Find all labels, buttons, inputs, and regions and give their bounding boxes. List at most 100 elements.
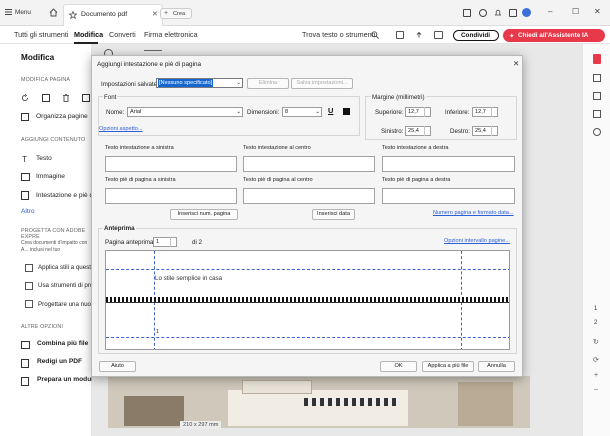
section-adobe-express: PROGETTA CON ADOBE EXPRE bbox=[21, 228, 86, 240]
header-left-textbox[interactable] bbox=[105, 156, 237, 172]
saved-settings-select[interactable]: [Nessuno specificato] ⌄ bbox=[156, 78, 243, 88]
apply-multiple-files-button[interactable]: Applica a più file bbox=[422, 361, 474, 372]
document-page-image bbox=[108, 376, 530, 428]
stepper-icon[interactable] bbox=[170, 237, 176, 247]
insert-date-button[interactable]: Inserisci data bbox=[312, 209, 355, 220]
insert-page-number-button[interactable]: Inserisci num. pagina bbox=[170, 209, 238, 220]
home-icon[interactable] bbox=[49, 8, 58, 17]
menu-modifica[interactable]: Modifica bbox=[74, 30, 103, 39]
close-window-icon[interactable]: ✕ bbox=[594, 7, 601, 16]
organize-pages-icon bbox=[21, 113, 29, 121]
margin-group-label: Margine (millimetri) bbox=[371, 94, 426, 101]
font-size-label: Dimensioni: bbox=[247, 109, 280, 116]
page-number-format-link[interactable]: Numero pagina e formato data... bbox=[433, 210, 514, 216]
hamburger-icon[interactable] bbox=[5, 9, 12, 15]
appearance-options-link[interactable]: Opzioni aspetto... bbox=[99, 126, 143, 132]
refresh-icon[interactable]: ↻ bbox=[593, 338, 599, 346]
prepare-form-item[interactable]: Prepara un modulo bbox=[37, 376, 97, 383]
organize-pages-item[interactable]: Organizza pagine bbox=[36, 113, 88, 120]
star-icon[interactable] bbox=[69, 11, 77, 19]
right-margin-field[interactable]: 25,4 bbox=[472, 126, 498, 136]
left-margin-field[interactable]: 25,4 bbox=[405, 126, 431, 136]
plus-icon: + bbox=[164, 10, 169, 17]
form-icon bbox=[21, 377, 29, 386]
rotate-view-icon[interactable]: ⟳ bbox=[593, 356, 599, 364]
save-icon[interactable] bbox=[396, 31, 404, 39]
close-tab-icon[interactable]: ✕ bbox=[152, 10, 158, 18]
delete-settings-button[interactable]: Elimina bbox=[247, 78, 289, 89]
header-center-textbox[interactable] bbox=[243, 156, 375, 172]
footer-right-textbox[interactable] bbox=[382, 188, 515, 204]
delete-icon[interactable] bbox=[62, 94, 70, 102]
stepper-icon[interactable] bbox=[491, 126, 497, 136]
ai-assistant-button[interactable]: ✦ Chiedi all'Assistente IA bbox=[503, 29, 605, 42]
apply-styles-item[interactable]: Applica stili a questo bbox=[38, 264, 94, 271]
design-new-item[interactable]: Progettare una nuova bbox=[38, 301, 98, 308]
attach-icon[interactable] bbox=[593, 128, 601, 136]
menu-tutti-strumenti[interactable]: Tutti gli strumenti bbox=[14, 30, 68, 39]
insert-page-icon[interactable] bbox=[42, 94, 50, 102]
header-left-label: Testo intestazione a sinistra bbox=[105, 145, 174, 151]
add-text-item[interactable]: Testo bbox=[36, 155, 52, 162]
stepper-icon[interactable] bbox=[424, 126, 430, 136]
extract-icon[interactable] bbox=[82, 94, 90, 102]
comment-icon[interactable] bbox=[593, 74, 601, 82]
header-footer-dialog: Aggiungi intestazione e piè di pagina ✕ … bbox=[91, 55, 523, 377]
preview-body-text: Lo stile semplice in casa bbox=[155, 275, 223, 282]
dialog-close-icon[interactable]: ✕ bbox=[513, 59, 519, 68]
upload-icon[interactable] bbox=[415, 31, 423, 39]
share-button[interactable]: Condividi bbox=[453, 30, 499, 41]
help-button[interactable]: Aiuto bbox=[99, 361, 136, 372]
preview-footer-page-number: 1 bbox=[156, 329, 160, 335]
footer-left-textbox[interactable] bbox=[105, 188, 237, 204]
bell-icon[interactable] bbox=[494, 9, 502, 17]
new-tab-label: Crea bbox=[173, 11, 186, 17]
preview-page-label: Pagina anteprima bbox=[105, 239, 154, 246]
menu-button[interactable]: Menu bbox=[15, 9, 31, 16]
combine-files-item[interactable]: Combina più file bbox=[37, 340, 88, 347]
ok-button[interactable]: OK bbox=[380, 361, 417, 372]
minimize-icon[interactable]: – bbox=[548, 7, 552, 16]
preview-page-field[interactable]: 1 bbox=[153, 237, 177, 247]
new-tab-button[interactable]: + Crea bbox=[160, 8, 192, 19]
more-link[interactable]: Altro bbox=[21, 208, 35, 215]
bookmark-icon[interactable] bbox=[593, 92, 601, 100]
section-edit-pages: MODIFICA PAGINA bbox=[21, 77, 71, 83]
font-size-select[interactable]: 8 ⌄ bbox=[282, 107, 322, 117]
thumbnails-icon[interactable] bbox=[593, 110, 601, 118]
avatar[interactable] bbox=[522, 8, 531, 17]
top-margin-field[interactable]: 12,7 bbox=[405, 107, 431, 117]
zoom-in-icon[interactable]: + bbox=[594, 372, 598, 379]
cancel-button[interactable]: Annulla bbox=[478, 361, 515, 372]
header-right-textbox[interactable] bbox=[382, 156, 515, 172]
menu-converti[interactable]: Converti bbox=[109, 30, 136, 39]
redact-pdf-item[interactable]: Redigi un PDF bbox=[37, 358, 82, 365]
font-name-value: Arial bbox=[130, 109, 142, 115]
footer-center-textbox[interactable] bbox=[243, 188, 375, 204]
apps-icon[interactable] bbox=[509, 9, 517, 17]
sync-icon[interactable] bbox=[463, 9, 471, 17]
maximize-icon[interactable]: ☐ bbox=[572, 7, 579, 16]
stepper-icon[interactable] bbox=[424, 107, 430, 117]
zoom-out-icon[interactable]: – bbox=[594, 386, 598, 393]
text-color-swatch[interactable] bbox=[343, 108, 350, 115]
menu-firma-elettronica[interactable]: Firma elettronica bbox=[144, 30, 198, 39]
print-icon[interactable] bbox=[434, 31, 443, 39]
header-center-label: Testo intestazione al centro bbox=[243, 145, 311, 151]
help-icon[interactable] bbox=[479, 9, 487, 17]
add-image-item[interactable]: Immagine bbox=[36, 173, 65, 180]
pdf-icon[interactable] bbox=[593, 54, 601, 64]
new-design-icon bbox=[25, 300, 33, 308]
underline-icon[interactable]: U bbox=[328, 106, 333, 115]
saved-settings-value: [Nessuno specificato] bbox=[158, 79, 214, 87]
font-name-select[interactable]: Arial ⌄ bbox=[127, 107, 243, 117]
page-range-options-link[interactable]: Opzioni intervallo pagine... bbox=[444, 238, 510, 244]
bottom-margin-field[interactable]: 12,7 bbox=[472, 107, 498, 117]
rotate-icon[interactable] bbox=[21, 94, 29, 102]
tab-documento[interactable]: Documento pdf ✕ bbox=[63, 4, 163, 26]
search-icon[interactable] bbox=[371, 31, 379, 39]
stepper-icon[interactable] bbox=[491, 107, 497, 117]
font-group-label: Font bbox=[103, 94, 118, 101]
save-settings-button[interactable]: Salva impostazioni... bbox=[291, 78, 353, 89]
search-tools-button[interactable]: Trova testo o strumenti bbox=[302, 30, 375, 39]
